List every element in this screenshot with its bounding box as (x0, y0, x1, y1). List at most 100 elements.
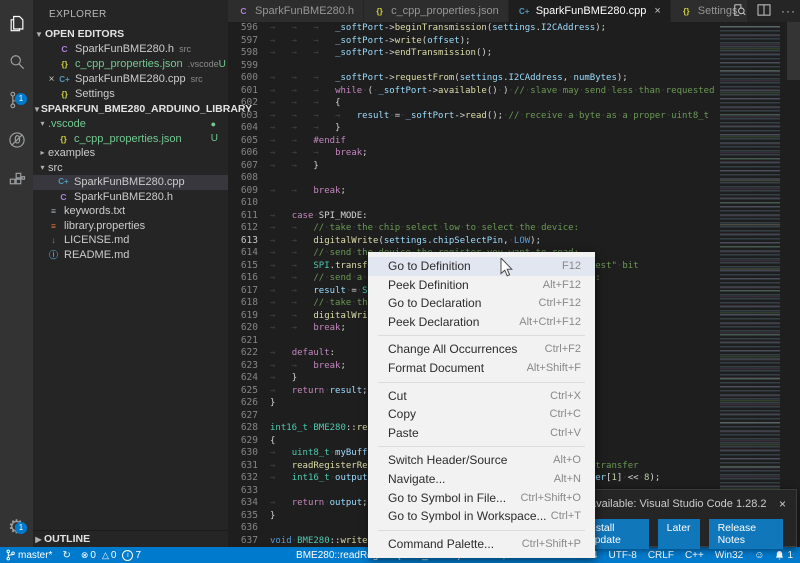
menu-item-label: Peek Definition (388, 278, 469, 293)
open-editor-item[interactable]: CSparkFunBME280.hsrc (33, 42, 228, 57)
outline-section-header[interactable]: ▶ OUTLINE (33, 530, 228, 547)
project-header[interactable]: ▼ SPARKFUN_BME280_ARDUINO_LIBRARY (33, 102, 228, 117)
line-number: 613 (228, 235, 270, 248)
line-number: 606 (228, 147, 270, 160)
tree-file-c-cpp-properties-json[interactable]: {}c_cpp_properties.jsonU (33, 132, 228, 147)
scrollbar-thumb[interactable] (787, 22, 800, 80)
open-editor-item[interactable]: {}Settings (33, 87, 228, 102)
notifications-bell[interactable]: 1 (775, 550, 793, 561)
tree-label: keywords.txt (64, 204, 125, 219)
open-editor-item[interactable]: ×C+SparkFunBME280.cppsrc (33, 72, 228, 87)
explorer-icon[interactable] (0, 6, 33, 42)
menu-item-peek-definition[interactable]: Peek DefinitionAlt+F12 (368, 276, 595, 295)
tab-c-cpp-properties-json[interactable]: {}c_cpp_properties.json (364, 0, 508, 22)
tree-file-readme-md[interactable]: ⓘREADME.md (33, 248, 228, 263)
context-menu: Go to DefinitionF12Peek DefinitionAlt+F1… (368, 252, 595, 558)
menu-item-label: Command Palette... (388, 537, 494, 552)
code-text: → → → break; (270, 147, 368, 160)
eol-sequence[interactable]: CRLF (648, 550, 674, 561)
menu-item-label: Go to Declaration (388, 296, 481, 311)
line-number: 611 (228, 210, 270, 223)
menu-item-go-to-definition[interactable]: Go to DefinitionF12 (368, 257, 595, 276)
split-editor-icon[interactable] (757, 4, 771, 19)
tree-label: SparkFunBME280.cpp (74, 175, 185, 190)
menu-item-format-document[interactable]: Format DocumentAlt+Shift+F (368, 359, 595, 378)
tree-file-keywords-txt[interactable]: ≡keywords.txt (33, 204, 228, 219)
debug-icon[interactable] (0, 122, 33, 158)
code-text: → → → { (270, 97, 340, 110)
menu-item-change-all-occurrences[interactable]: Change All OccurrencesCtrl+F2 (368, 340, 595, 359)
tree-file-license-md[interactable]: ↓LICENSE.md (33, 233, 228, 248)
git-status-badge: U (219, 57, 226, 72)
menu-item-go-to-symbol-in-workspace-[interactable]: Go to Symbol in Workspace...Ctrl+T (368, 507, 595, 526)
chevron-down-icon: ▼ (33, 27, 45, 42)
menu-item-go-to-symbol-in-file-[interactable]: Go to Symbol in File...Ctrl+Shift+O (368, 489, 595, 508)
menu-item-navigate-[interactable]: Navigate...Alt+N (368, 470, 595, 489)
menu-item-command-palette-[interactable]: Command Palette...Ctrl+Shift+P (368, 535, 595, 554)
code-text: → → → _softPort->requestFrom(settings.I2… (270, 72, 628, 85)
feedback-smiley-icon[interactable]: ☺ (754, 550, 764, 561)
minimap[interactable] (715, 22, 787, 547)
chevron-right-icon: ▶ (33, 535, 44, 544)
line-number: 637 (228, 535, 270, 548)
code-text: → return·result; (270, 385, 368, 398)
tab-sparkfunbme280-h[interactable]: CSparkFunBME280.h (228, 0, 363, 22)
explorer-sidebar: EXPLORER ▼ OPEN EDITORS CSparkFunBME280.… (33, 0, 228, 547)
open-changes-icon[interactable] (733, 3, 747, 20)
line-number: 612 (228, 222, 270, 235)
search-icon[interactable] (0, 44, 33, 80)
tree-folder--vscode[interactable]: ▾.vscode● (33, 117, 228, 132)
code-text: → → //·take·the·chip·select·low·to·selec… (270, 222, 579, 235)
tree-folder-src[interactable]: ▾src (33, 161, 228, 176)
tree-file-sparkfunbme280-cpp[interactable]: C+SparkFunBME280.cpp (33, 175, 228, 190)
modified-dot: ● (211, 117, 216, 132)
encoding[interactable]: UTF-8 (608, 550, 636, 561)
release-notes-button[interactable]: Release Notes (709, 519, 783, 549)
close-icon[interactable]: × (654, 5, 660, 17)
line-number: 619 (228, 310, 270, 323)
code-text: → → → while·(·_softPort->available()·)·/… (270, 85, 715, 98)
menu-item-label: Peek Declaration (388, 315, 479, 330)
open-editor-item[interactable]: {}c_cpp_properties.json.vscodeU (33, 57, 228, 72)
menu-item-shortcut: Alt+Shift+F (527, 361, 581, 376)
vertical-scrollbar[interactable] (787, 22, 800, 547)
close-icon[interactable]: × (771, 497, 786, 511)
menu-item-shortcut: Ctrl+V (550, 426, 581, 441)
tree-label: library.properties (64, 219, 145, 234)
menu-item-switch-header-source[interactable]: Switch Header/SourceAlt+O (368, 451, 595, 470)
more-actions-icon[interactable]: ··· (781, 4, 796, 18)
tree-file-sparkfunbme280-h[interactable]: CSparkFunBME280.h (33, 190, 228, 205)
open-editors-list: CSparkFunBME280.hsrc{}c_cpp_properties.j… (33, 42, 228, 102)
git-branch-status[interactable]: master* (6, 549, 52, 561)
problems-status[interactable]: ⊗0 △0 i7 (81, 550, 141, 561)
menu-item-paste[interactable]: PasteCtrl+V (368, 424, 595, 443)
code-text: { (270, 435, 275, 448)
tab-sparkfunbme280-cpp[interactable]: C+SparkFunBME280.cpp× (509, 0, 670, 22)
language-mode[interactable]: C++ (685, 550, 704, 561)
sync-button[interactable]: ↻ (62, 550, 70, 561)
prop-file-icon: ≡ (47, 219, 60, 234)
tree-folder-examples[interactable]: ▸examples (33, 146, 228, 161)
menu-item-peek-declaration[interactable]: Peek DeclarationAlt+Ctrl+F12 (368, 313, 595, 332)
menu-item-go-to-declaration[interactable]: Go to DeclarationCtrl+F12 (368, 294, 595, 313)
menu-item-copy[interactable]: CopyCtrl+C (368, 405, 595, 424)
menu-item-shortcut: F12 (562, 259, 581, 274)
close-icon[interactable]: × (45, 72, 58, 87)
file-label: c_cpp_properties.json (75, 57, 183, 72)
tree-file-library-properties[interactable]: ≡ library.properties (33, 219, 228, 234)
line-number: 603 (228, 110, 270, 123)
file-detail: src (179, 42, 191, 57)
sidebar-title: EXPLORER (33, 0, 228, 20)
extensions-icon[interactable] (0, 162, 33, 198)
platform[interactable]: Win32 (715, 550, 743, 561)
later-button[interactable]: Later (658, 519, 700, 549)
notification-title: available: Visual Studio Code 1.28.2 (590, 498, 767, 510)
line-number: 597 (228, 35, 270, 48)
branch-icon (6, 549, 15, 561)
minimap-pattern (720, 26, 780, 543)
line-number: 622 (228, 347, 270, 360)
open-editors-header[interactable]: ▼ OPEN EDITORS (33, 27, 228, 42)
menu-item-cut[interactable]: CutCtrl+X (368, 387, 595, 406)
menu-item-shortcut: Alt+N (554, 472, 581, 487)
code-text: → → → } (270, 122, 340, 135)
